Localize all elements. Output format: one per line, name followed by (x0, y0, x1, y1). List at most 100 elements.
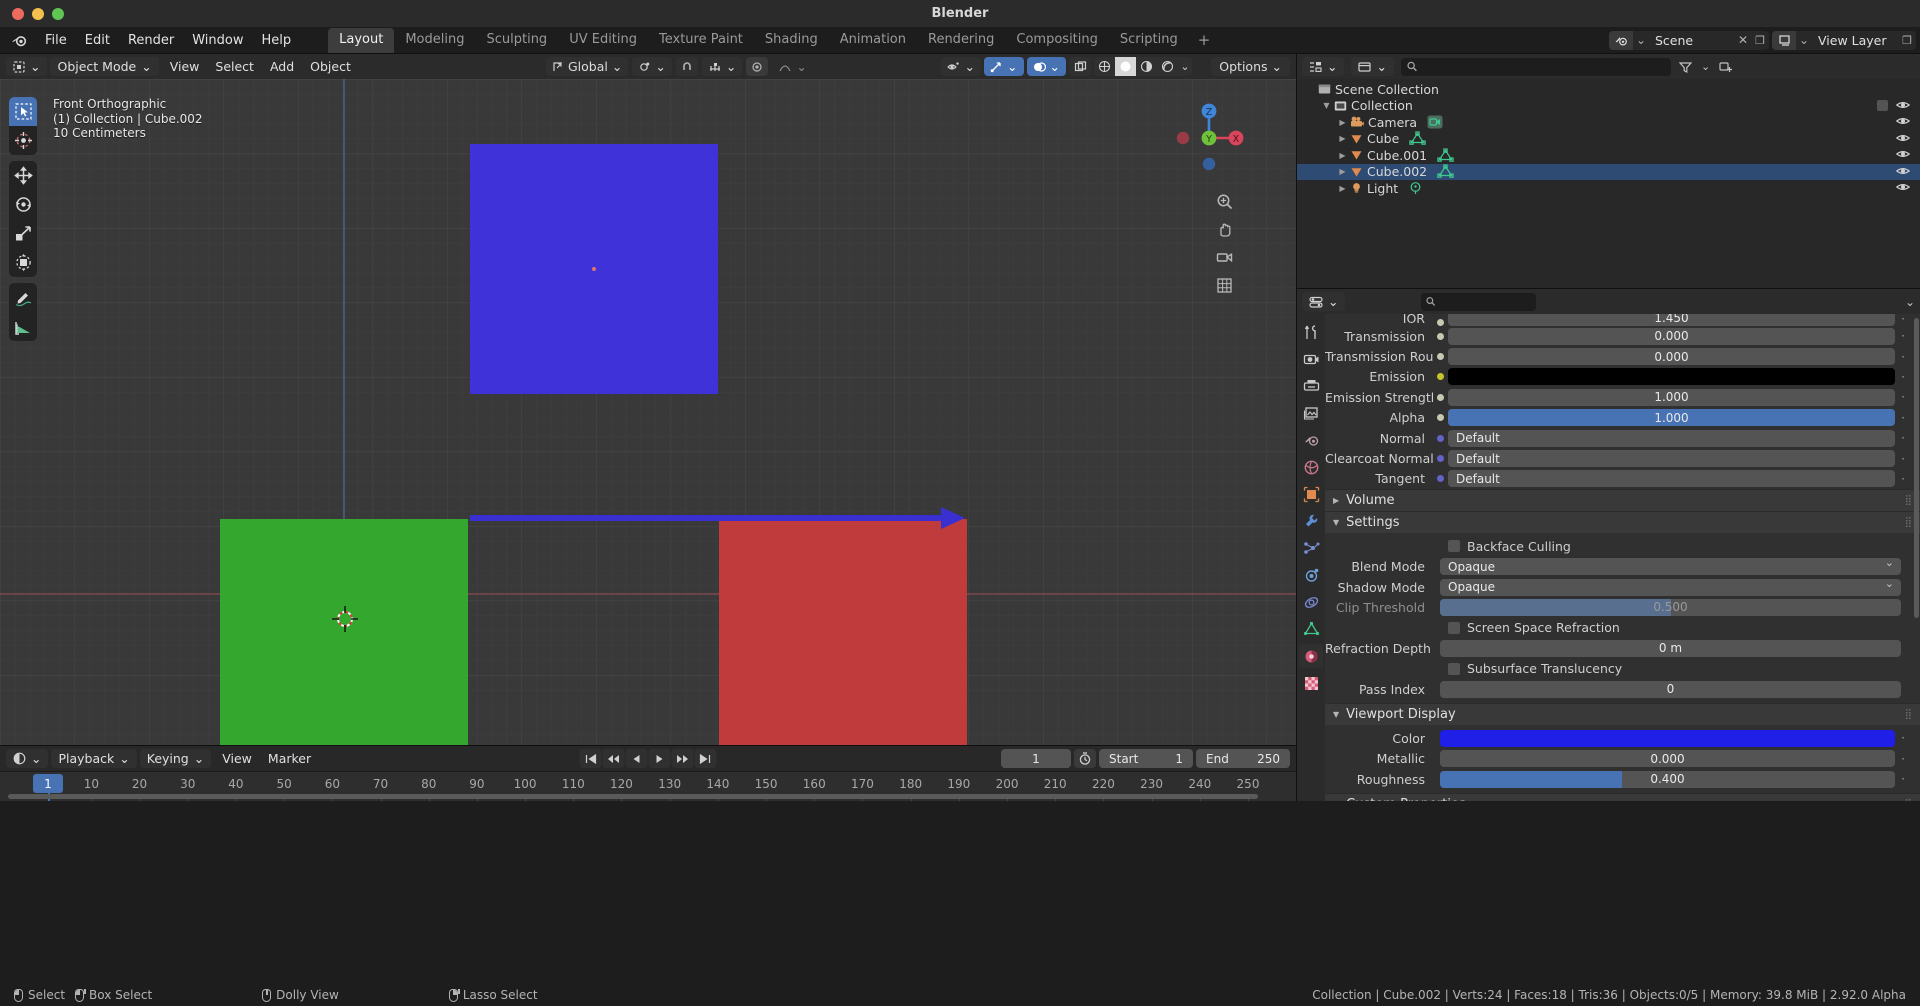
shading-chevron-icon[interactable]: ⌄ (1178, 57, 1192, 76)
expand-arrow-icon[interactable]: ▶ (1337, 167, 1348, 176)
checkbox-row-backface-culling[interactable]: Backface Culling (1325, 536, 1920, 556)
visibility-chevron-icon[interactable]: ⌄ (965, 59, 975, 74)
navigation-gizmo[interactable]: Z Y X (1170, 99, 1248, 177)
frame-start-field[interactable]: Start 1 (1099, 749, 1193, 768)
property-row-roughness[interactable]: Roughness 0.400 · (1325, 769, 1920, 789)
tweak-tool-button[interactable] (9, 97, 37, 126)
animate-property-icon[interactable]: · (1895, 731, 1911, 745)
property-row-color[interactable]: Color · (1325, 728, 1920, 748)
scene-dropdown-chevron-icon[interactable]: ⌄ (1633, 33, 1649, 47)
tab-render[interactable] (1299, 347, 1323, 371)
value-emission-strength[interactable]: 1.000 (1448, 388, 1895, 406)
object-data-icon[interactable] (1437, 148, 1454, 163)
property-row-emission-strength[interactable]: Emission Strength 1.000 · (1325, 387, 1920, 407)
viewport-menu-bar[interactable]: View Select Add Object (162, 57, 359, 76)
timeline-editor[interactable]: ⌄ Playback ⌄ Keying ⌄ View Marker 1 Start 1 (0, 745, 1296, 803)
expand-arrow-icon[interactable]: ▶ (1337, 134, 1348, 143)
expand-arrow-icon[interactable]: ▶ (1337, 184, 1348, 193)
outliner-filter-icon[interactable] (1675, 57, 1697, 76)
pivot-chevron-icon[interactable]: ⌄ (655, 59, 665, 74)
tab-view-layer[interactable] (1299, 401, 1323, 425)
node-socket-icon[interactable] (1433, 319, 1448, 326)
proportional-editing-toggle[interactable] (746, 57, 769, 76)
visibility-eye-icon[interactable] (1895, 165, 1911, 180)
menu-file[interactable]: File (36, 30, 76, 51)
current-frame-field[interactable]: 1 (1001, 749, 1071, 768)
properties-search-input[interactable] (1440, 294, 1532, 309)
scene-name[interactable]: Scene (1649, 33, 1735, 48)
slider-roughness[interactable]: 0.400 (1440, 770, 1895, 788)
visibility-selector[interactable]: ⌄ (940, 57, 982, 76)
scene-selector[interactable]: ⌄ Scene ✕ ❐ (1609, 30, 1769, 50)
outliner-search[interactable] (1400, 57, 1671, 76)
property-row-normal[interactable]: Normal Default · (1325, 428, 1920, 448)
node-socket-icon[interactable] (1433, 373, 1448, 381)
outliner-tree[interactable]: Scene Collection ▼ Collection ▶ Camera ▶ Cube ▶… (1297, 81, 1920, 197)
scene-unlink-icon[interactable]: ✕ (1735, 33, 1751, 47)
chevron-down-icon[interactable]: ⌄ (194, 751, 204, 766)
tab-particles[interactable] (1299, 536, 1323, 560)
viewport-display-collapse-icon[interactable]: ▼ (1333, 710, 1339, 719)
pivot-point-selector[interactable]: ⌄ (632, 57, 672, 76)
tab-modifiers[interactable] (1299, 509, 1323, 533)
link-clearcoat-normal[interactable]: Default (1448, 450, 1895, 468)
property-row-transmission[interactable]: Transmission 0.000 · (1325, 326, 1920, 346)
viewport-3d[interactable]: ⌄ Object Mode ⌄ View Select Add Object Glob… (0, 53, 1296, 746)
gizmo-chevron-icon[interactable]: ⌄ (1007, 59, 1017, 74)
animate-property-icon[interactable]: · (1895, 472, 1911, 486)
visibility-eye-icon[interactable] (1895, 132, 1911, 147)
menu-render[interactable]: Render (119, 30, 183, 51)
view-layer-new-icon[interactable]: ❐ (1898, 34, 1916, 47)
visibility-eye-icon[interactable] (1895, 115, 1911, 130)
shading-mode-group[interactable]: ⌄ (1094, 57, 1192, 76)
view-layer-selector[interactable]: ⌄ View Layer ❐ (1772, 30, 1916, 50)
section-volume[interactable]: ▶ Volume ⣿ (1325, 489, 1920, 512)
object-data-icon[interactable] (1427, 115, 1443, 129)
slider-metallic[interactable]: 0.000 (1440, 750, 1895, 768)
cursor-tool-button[interactable] (9, 126, 37, 155)
proportional-falloff-selector[interactable]: ⌄ (772, 57, 812, 76)
play-button[interactable] (648, 749, 671, 768)
toggle-orthographic-icon[interactable] (1212, 273, 1236, 297)
menu-window[interactable]: Window (183, 30, 252, 51)
previous-keyframe-button[interactable] (602, 749, 625, 768)
timeline-playhead[interactable]: 1 (33, 774, 63, 793)
property-row-ior[interactable]: IOR 1.450 · (1325, 314, 1920, 326)
property-row-metallic[interactable]: Metallic 0.000 · (1325, 749, 1920, 769)
settings-rows[interactable]: Backface CullingBlend ModeOpaqueShadow M… (1325, 533, 1920, 699)
view-layer-dropdown-chevron-icon[interactable]: ⌄ (1796, 33, 1812, 47)
playback-controls[interactable] (579, 749, 717, 768)
animate-property-icon[interactable]: · (1895, 350, 1911, 364)
timeline-scrollbar[interactable] (8, 794, 1258, 799)
value-transmission-roug...[interactable]: 0.000 (1448, 348, 1895, 366)
checkbox-row-screen-space-refraction[interactable]: Screen Space Refraction (1325, 618, 1920, 638)
timeline-menu-view[interactable]: View (214, 749, 260, 768)
animate-property-icon[interactable]: · (1895, 370, 1911, 384)
wireframe-shading-button[interactable] (1094, 57, 1115, 76)
node-socket-icon[interactable] (1433, 393, 1448, 401)
workspace-tab-uv-editing[interactable]: UV Editing (558, 28, 648, 53)
measure-tool-button[interactable] (9, 312, 37, 341)
property-row-refraction-depth[interactable]: Refraction Depth 0 m (1325, 638, 1920, 658)
main-menu-bar[interactable]: File Edit Render Window Help (36, 30, 300, 51)
section-settings[interactable]: ▼ Settings ⣿ (1325, 511, 1920, 534)
workspace-tab-layout[interactable]: Layout (328, 27, 395, 53)
material-preview-shading-button[interactable] (1136, 57, 1157, 76)
workspace-tab-sculpting[interactable]: Sculpting (475, 28, 558, 53)
snap-chevron-icon[interactable]: ⌄ (726, 59, 736, 74)
property-row-emission[interactable]: Emission · (1325, 367, 1920, 387)
expand-arrow-icon[interactable]: ▶ (1337, 151, 1348, 160)
tab-texture[interactable] (1299, 671, 1323, 695)
volume-collapse-icon[interactable]: ▶ (1333, 496, 1339, 505)
expand-arrow-icon[interactable]: ▼ (1321, 101, 1332, 110)
color-swatch-color[interactable] (1440, 729, 1895, 747)
value-transmission[interactable]: 0.000 (1448, 327, 1895, 345)
properties-search[interactable] (1421, 292, 1537, 311)
annotate-tool-button[interactable] (9, 283, 37, 312)
menu-edit[interactable]: Edit (76, 30, 119, 51)
timeline-menu-keying[interactable]: Keying ⌄ (139, 749, 212, 768)
snap-magnet-toggle[interactable] (675, 57, 698, 76)
overlays-toggle[interactable]: ⌄ (1026, 57, 1066, 76)
timeline-editor-type-button[interactable]: ⌄ (6, 749, 49, 768)
move-tool-button[interactable] (9, 161, 37, 190)
